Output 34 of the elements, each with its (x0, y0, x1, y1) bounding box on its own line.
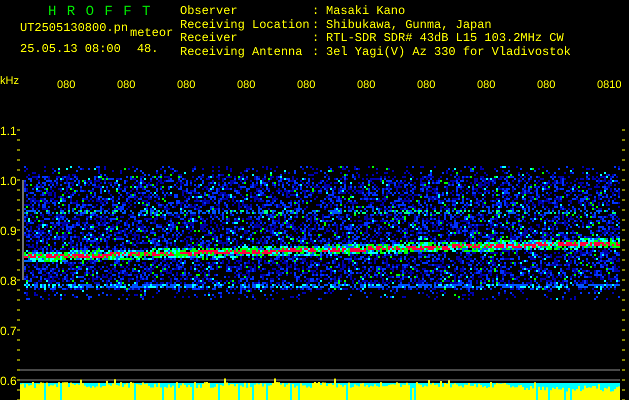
timestamp: 25.05.13 08:00 (20, 41, 121, 57)
time-label: 080 (297, 79, 316, 91)
time-label: 080 (177, 79, 196, 91)
field-separator: : (312, 20, 320, 33)
field-label: Receiving Antenna (180, 46, 304, 60)
field-separator: : (312, 33, 320, 46)
frequency-label: 0.9 (0, 224, 17, 238)
time-label: 080 (117, 79, 136, 91)
frequency-label: 1.0 (0, 174, 17, 188)
field-label: Receiving Location (180, 20, 311, 32)
frequency-label: 0.6 (0, 374, 17, 388)
app-title: H R O F F T (47, 5, 152, 20)
field-label: Receiver (180, 33, 239, 46)
time-label: 080 (357, 79, 376, 91)
field-separator: : (312, 46, 320, 60)
field-value: Masaki Kano (326, 6, 406, 19)
time-label: 0810 (597, 79, 622, 91)
field-value: 3el Yagi(V) Az 330 for Vladivostok (326, 46, 571, 60)
time-label: 080 (237, 79, 256, 91)
time-label: 080 (417, 79, 436, 91)
time-label: 080 (57, 79, 76, 91)
frequency-label: 1.1 (0, 124, 17, 138)
time-label: 080 (477, 79, 496, 91)
frequency-label: 0.8 (0, 274, 17, 288)
time-label: 080 (537, 79, 556, 91)
field-separator: : (312, 6, 320, 20)
file-name: UT2505130800.pn (20, 20, 128, 36)
frequency-label: 0.7 (0, 324, 17, 338)
mode-label: meteor (130, 25, 174, 41)
frequency-unit: kHz (0, 75, 19, 87)
field-label: Observer (180, 6, 239, 19)
field-value: RTL-SDR SDR# 43dB L15 103.2MHz CW (326, 33, 565, 46)
count-value: 48. (136, 41, 158, 57)
field-value: Shibukawa, Gunma, Japan (326, 20, 493, 32)
